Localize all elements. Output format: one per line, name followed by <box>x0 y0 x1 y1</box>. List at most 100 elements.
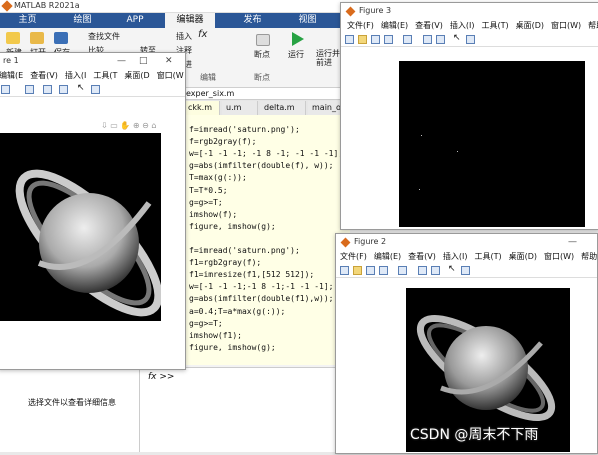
panel-icon[interactable] <box>418 266 427 275</box>
figure-1-toolbar: ↖ <box>0 83 185 97</box>
panel-icon[interactable] <box>423 35 432 44</box>
colorbar-icon[interactable] <box>403 35 412 44</box>
menu-item[interactable]: 窗口(W <box>157 71 184 80</box>
menu-item[interactable]: 查看(V) <box>415 21 443 30</box>
run-advance-button[interactable]: 运行并前进 <box>316 49 340 67</box>
tab-view[interactable]: 视图 <box>285 13 330 28</box>
details-hint: 选择文件以查看详细信息 <box>28 398 116 407</box>
minimize-icon[interactable]: — <box>117 53 126 69</box>
figure-3-titlebar: Figure 3 <box>341 3 598 19</box>
new-figure-icon[interactable] <box>340 266 349 275</box>
figure-2-titlebar: Figure 2 — <box>336 234 597 250</box>
code-line: w=[-1 -1 -1; -1 8 -1; -1 -1 -1]; <box>189 149 344 159</box>
legend-icon[interactable] <box>436 35 445 44</box>
maximize-icon[interactable]: □ <box>139 53 148 69</box>
fx-icon[interactable]: fx <box>198 29 207 40</box>
print-icon[interactable] <box>384 35 393 44</box>
run-icon[interactable] <box>292 32 304 46</box>
save-icon[interactable] <box>25 85 34 94</box>
matlab-title: MATLAB R2021a <box>14 1 80 10</box>
dock-icon[interactable] <box>466 35 475 44</box>
tab-home[interactable]: 主页 <box>0 13 55 28</box>
code-line: imshow(f); <box>189 209 238 219</box>
menu-item[interactable]: 窗口(W) <box>551 21 581 30</box>
new-figure-icon[interactable] <box>345 35 354 44</box>
menu-item[interactable]: 工具(T) <box>474 252 501 261</box>
breakpoints-button[interactable]: 断点 <box>254 49 270 60</box>
code-line: a=0.4;T=a*max(g(:)); <box>189 306 286 316</box>
axes-toolbar: ⇩ ▭ ✋ ⊕ ⊖ ⌂ <box>101 121 157 130</box>
menu-item[interactable]: 查看(V) <box>408 252 436 261</box>
menu-item[interactable]: 桌面(D <box>124 71 149 80</box>
figure-2-window[interactable]: Figure 2 — 文件(F) 编辑(E) 查看(V) 插入(I) 工具(T) 桌面(D… <box>335 233 598 454</box>
dock-icon[interactable] <box>461 266 470 275</box>
menu-item[interactable]: 工具(T) <box>481 21 508 30</box>
colorbar-icon[interactable] <box>398 266 407 275</box>
tab-plots[interactable]: 绘图 <box>55 13 110 28</box>
pointer-icon[interactable]: ↖ <box>453 33 462 43</box>
menu-item[interactable]: 编辑(E <box>0 71 23 80</box>
save-icon[interactable] <box>366 266 375 275</box>
figure-1-window[interactable]: re 1 — □ ✕ 编辑(E查看(V)插入(I工具(T桌面(D窗口(W帮助(H… <box>0 52 186 370</box>
menu-item[interactable]: 插入(I) <box>443 252 468 261</box>
figure-3-title: Figure 3 <box>359 6 392 15</box>
insert-button[interactable]: 插入 <box>176 31 192 42</box>
print-icon[interactable] <box>1 85 10 94</box>
panel-icon[interactable] <box>91 85 100 94</box>
menu-item[interactable]: 工具(T <box>93 71 117 80</box>
new-file-icon[interactable] <box>6 32 20 44</box>
file-tab[interactable]: delta.m <box>260 101 306 115</box>
menu-item[interactable]: 桌面(D) <box>509 252 537 261</box>
menu-item[interactable]: 窗口(W) <box>544 252 574 261</box>
code-line: g=abs(imfilter(double(f), w)); <box>189 161 334 171</box>
command-prompt: fx >> <box>148 372 175 382</box>
figure-3-toolbar: ↖ <box>341 33 598 47</box>
command-window[interactable]: fx >> <box>140 367 350 452</box>
code-line: figure, imshow(g); <box>189 342 276 352</box>
figure-3-axes[interactable] <box>399 61 585 227</box>
tab-editor[interactable]: 编辑器 <box>165 13 215 28</box>
menu-item[interactable]: 编辑(E) <box>381 21 408 30</box>
minimize-icon[interactable]: — <box>568 234 577 250</box>
file-tab[interactable]: ckk.m <box>184 101 220 115</box>
code-line: f=imread('saturn.png'); <box>189 125 300 134</box>
edge-pixel <box>421 135 422 136</box>
open-file-icon[interactable] <box>30 32 44 44</box>
watermark: CSDN @周末不下雨 <box>410 427 539 443</box>
tab-publish[interactable]: 发布 <box>225 13 280 28</box>
menu-item[interactable]: 帮助(H) <box>581 252 597 261</box>
pointer-icon[interactable]: ↖ <box>448 264 457 274</box>
open-icon[interactable] <box>353 266 362 275</box>
save-icon[interactable] <box>371 35 380 44</box>
menu-item[interactable]: 文件(F) <box>347 21 374 30</box>
close-icon[interactable]: ✕ <box>165 53 173 69</box>
run-button[interactable]: 运行 <box>288 49 304 60</box>
save-icon[interactable] <box>54 32 68 44</box>
file-tab[interactable]: u.m <box>222 101 258 115</box>
menu-item[interactable]: 帮助(H) <box>588 21 598 30</box>
menu-item[interactable]: 查看(V) <box>30 71 58 80</box>
tab-apps[interactable]: APP <box>110 13 160 28</box>
find-files-button[interactable]: 查找文件 <box>88 31 120 42</box>
code-editor[interactable]: f=imread('saturn.png'); f=rgb2gray(f); w=[… <box>180 115 350 365</box>
print-icon[interactable] <box>379 266 388 275</box>
figure-1-axes[interactable] <box>0 133 163 321</box>
code-line: imshow(f1); <box>189 330 242 340</box>
open-icon[interactable] <box>358 35 367 44</box>
edge-pixel <box>419 189 420 190</box>
menu-item[interactable]: 插入(I <box>65 71 86 80</box>
group-breakpoints-label: 断点 <box>254 73 270 82</box>
code-line: g=g>=T; <box>189 318 223 328</box>
figure-3-window[interactable]: Figure 3 文件(F) 编辑(E) 查看(V) 插入(I) 工具(T) 桌面(D) 窗… <box>340 2 598 230</box>
menu-item[interactable]: 文件(F) <box>340 252 367 261</box>
breakpoints-icon[interactable] <box>256 34 270 46</box>
legend-icon[interactable] <box>431 266 440 275</box>
code-line: w=[-1 -1 -1;-1 8 -1;-1 -1 -1]; <box>189 282 334 292</box>
colorbar-icon[interactable] <box>43 85 52 94</box>
menu-item[interactable]: 编辑(E) <box>374 252 401 261</box>
pointer-icon[interactable]: ↖ <box>77 83 86 93</box>
code-line: f1=imresize(f1,[512 512]); <box>189 270 315 280</box>
legend-icon[interactable] <box>59 85 68 94</box>
menu-item[interactable]: 插入(I) <box>450 21 475 30</box>
menu-item[interactable]: 桌面(D) <box>516 21 544 30</box>
